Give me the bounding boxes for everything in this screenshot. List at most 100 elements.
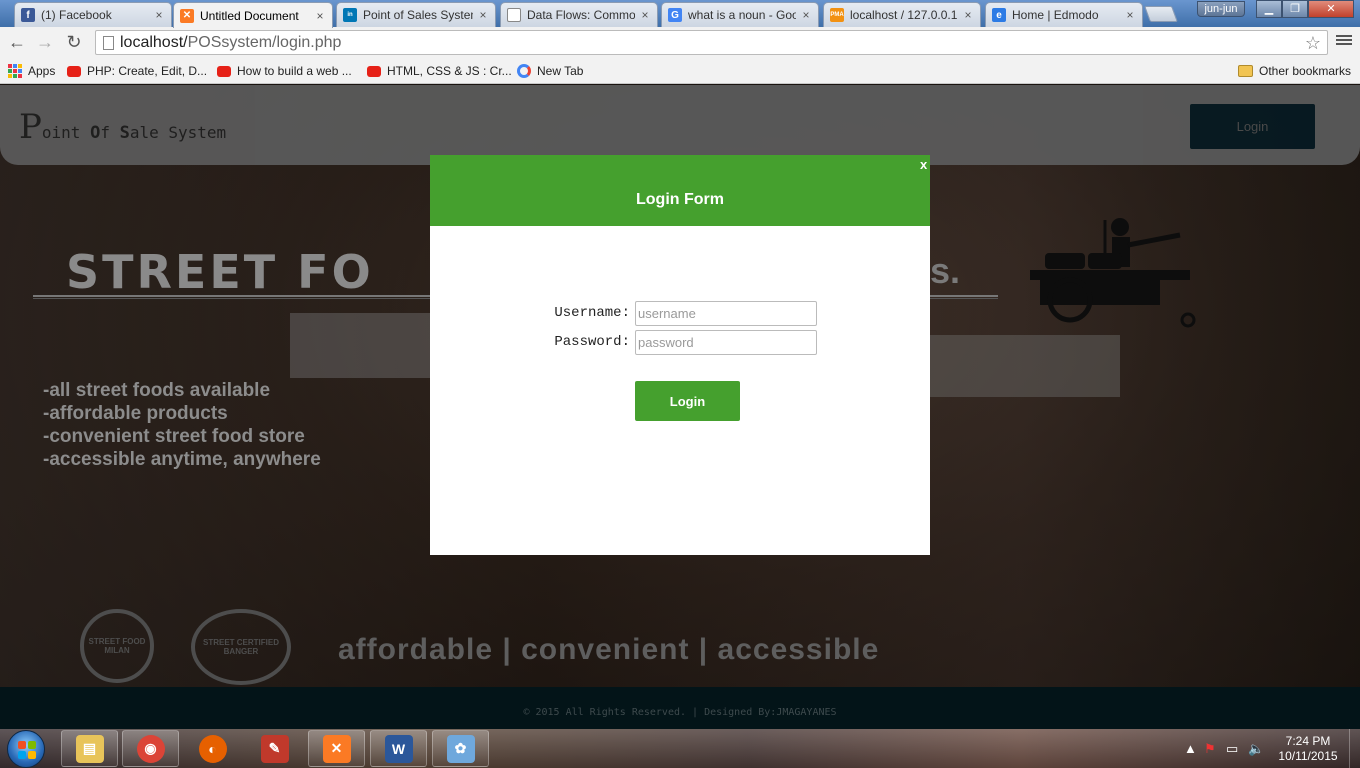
bookmark-new-tab[interactable]: New Tab xyxy=(517,62,583,80)
clock-date: 10/11/2015 xyxy=(1278,749,1338,763)
address-bar[interactable]: localhost/POSsystem/login.php ☆ xyxy=(95,30,1328,55)
chrome-icon: ◉ xyxy=(136,734,165,763)
browser-tab[interactable]: in Point of Sales System × xyxy=(336,2,496,27)
bookmark-label: PHP: Create, Edit, D... xyxy=(87,64,208,78)
street-food-milan-logo: STREET FOOD MILAN xyxy=(80,609,154,683)
password-row: Password: xyxy=(430,330,930,355)
browser-toolbar: ← → ↻ localhost/POSsystem/login.php ☆ xyxy=(0,27,1360,58)
tab-close-icon[interactable]: × xyxy=(314,9,326,23)
brand-initial: O xyxy=(90,123,101,143)
youtube-icon xyxy=(367,65,381,77)
xampp-icon: ✕ xyxy=(322,734,351,763)
background-board xyxy=(290,313,430,378)
tab-close-icon[interactable]: × xyxy=(800,8,812,22)
bookmark-build-web[interactable]: How to build a web ... xyxy=(217,62,352,80)
firefox-icon: ◐ xyxy=(198,734,227,763)
volume-icon[interactable]: 🔈 xyxy=(1248,741,1264,757)
header-login-button[interactable]: Login xyxy=(1190,104,1315,149)
youtube-icon xyxy=(217,65,231,77)
clock-time: 7:24 PM xyxy=(1285,734,1331,748)
taskbar-app-button[interactable]: ✕ xyxy=(308,730,365,767)
tab-close-icon[interactable]: × xyxy=(1124,8,1136,22)
profile-badge[interactable]: jun-jun xyxy=(1197,1,1245,17)
bookmarks-bar: Apps PHP: Create, Edit, D... How to buil… xyxy=(0,58,1360,84)
seal-text: STREET FOOD MILAN xyxy=(88,637,146,655)
login-submit-button[interactable]: Login xyxy=(635,381,740,421)
tab-title: what is a noun - Google xyxy=(688,8,796,22)
password-input[interactable] xyxy=(635,330,817,355)
back-button[interactable]: ← xyxy=(5,31,29,55)
word-icon: W xyxy=(384,734,413,763)
browser-tab[interactable]: e Home | Edmodo × xyxy=(985,2,1143,27)
close-window-button[interactable]: ✕ xyxy=(1308,0,1354,18)
maximize-button[interactable]: ❐ xyxy=(1282,0,1308,18)
modal-title: Login Form xyxy=(636,191,724,208)
windows-logo-icon xyxy=(18,741,36,759)
google-icon: G xyxy=(668,8,682,22)
bookmark-html-css-js[interactable]: HTML, CSS & JS : Cr... xyxy=(367,62,512,80)
other-bookmarks-label: Other bookmarks xyxy=(1259,64,1352,78)
forward-button[interactable]: → xyxy=(33,31,57,55)
taskbar-app-button[interactable]: ◉ xyxy=(122,730,179,767)
feature-item: -convenient street food store xyxy=(43,426,305,447)
browser-tab[interactable]: Gwhat is a noun - Google × xyxy=(661,2,819,27)
network-icon[interactable]: ▭ xyxy=(1226,741,1238,757)
start-button[interactable] xyxy=(7,730,45,768)
bookmark-label: HTML, CSS & JS : Cr... xyxy=(387,64,512,78)
tab-close-icon[interactable]: × xyxy=(477,8,489,22)
document-icon xyxy=(507,8,521,22)
window-controls: ▁ ❐ ✕ xyxy=(1256,0,1354,18)
other-bookmarks[interactable]: Other bookmarks xyxy=(1238,62,1351,80)
bookmark-star-icon[interactable]: ☆ xyxy=(1305,32,1321,55)
tab-close-icon[interactable]: × xyxy=(639,8,651,22)
brand-text: oint xyxy=(41,123,91,142)
bookmark-label: How to build a web ... xyxy=(237,64,352,78)
footer-text: © 2015 All Rights Reserved. | Designed B… xyxy=(523,707,837,718)
tab-title: Data Flows: Common xyxy=(527,8,635,22)
username-input[interactable] xyxy=(635,301,817,326)
browser-tab[interactable]: ✕ Untitled Document × xyxy=(173,2,333,28)
browser-tab[interactable]: PMA localhost / 127.0.0.1 × xyxy=(823,2,981,27)
phpmyadmin-icon: PMA xyxy=(830,8,844,22)
paint-icon: ✿ xyxy=(446,734,475,763)
linkedin-icon: in xyxy=(343,8,357,22)
taskbar-app-button[interactable]: ◐ xyxy=(184,730,241,767)
background-board xyxy=(930,335,1120,397)
slogan: affordable | convenient | accessible xyxy=(338,633,880,666)
show-desktop-button[interactable] xyxy=(1349,729,1360,768)
browser-tab[interactable]: Data Flows: Common × xyxy=(500,2,658,27)
taskbar-app-button[interactable]: ✎ xyxy=(246,730,303,767)
taskbar-app-button[interactable]: W xyxy=(370,730,427,767)
bookmark-apps[interactable]: Apps xyxy=(8,62,55,80)
feature-item: -accessible anytime, anywhere xyxy=(43,449,321,470)
minimize-button[interactable]: ▁ xyxy=(1256,0,1282,18)
taskbar-app-button[interactable]: ▤ xyxy=(61,730,118,767)
taskbar-app-button[interactable]: ✿ xyxy=(432,730,489,767)
tab-title: localhost / 127.0.0.1 xyxy=(850,8,958,22)
menu-icon[interactable] xyxy=(1336,33,1352,49)
username-row: Username: xyxy=(430,301,930,326)
feature-item: -all street foods available xyxy=(43,380,271,401)
page-icon xyxy=(103,36,114,50)
windows-taskbar: ▤ ◉ ◐ ✎ ✕ W ✿ ▲ ⚑ ▭ 🔈 7:24 PM 10/11/2015 xyxy=(0,729,1360,768)
tab-close-icon[interactable]: × xyxy=(153,8,165,22)
brand-initial: P xyxy=(19,107,42,147)
google-icon xyxy=(517,64,531,78)
site-header: Point Of Sale System Login xyxy=(0,85,1360,165)
xampp-icon: ✕ xyxy=(180,8,194,23)
login-modal: Login Form x Username: Password: Login xyxy=(430,155,930,555)
new-tab-button[interactable] xyxy=(1144,6,1178,22)
reload-button[interactable]: ↻ xyxy=(62,31,86,55)
show-hidden-icons-icon[interactable]: ▲ xyxy=(1184,741,1197,756)
street-cart-icon xyxy=(1030,218,1196,328)
close-icon[interactable]: x xyxy=(920,157,927,172)
features-list: -all street foods available -affordable … xyxy=(43,379,321,471)
action-center-icon[interactable]: ⚑ xyxy=(1204,741,1216,757)
tab-title: Home | Edmodo xyxy=(1012,8,1099,22)
bookmark-php-create[interactable]: PHP: Create, Edit, D... xyxy=(67,62,207,80)
ccleaner-icon: ✎ xyxy=(260,734,289,763)
clock[interactable]: 7:24 PM 10/11/2015 xyxy=(1268,734,1348,764)
folder-icon xyxy=(1238,65,1253,77)
browser-tab[interactable]: f (1) Facebook × xyxy=(14,2,172,27)
tab-close-icon[interactable]: × xyxy=(962,8,974,22)
